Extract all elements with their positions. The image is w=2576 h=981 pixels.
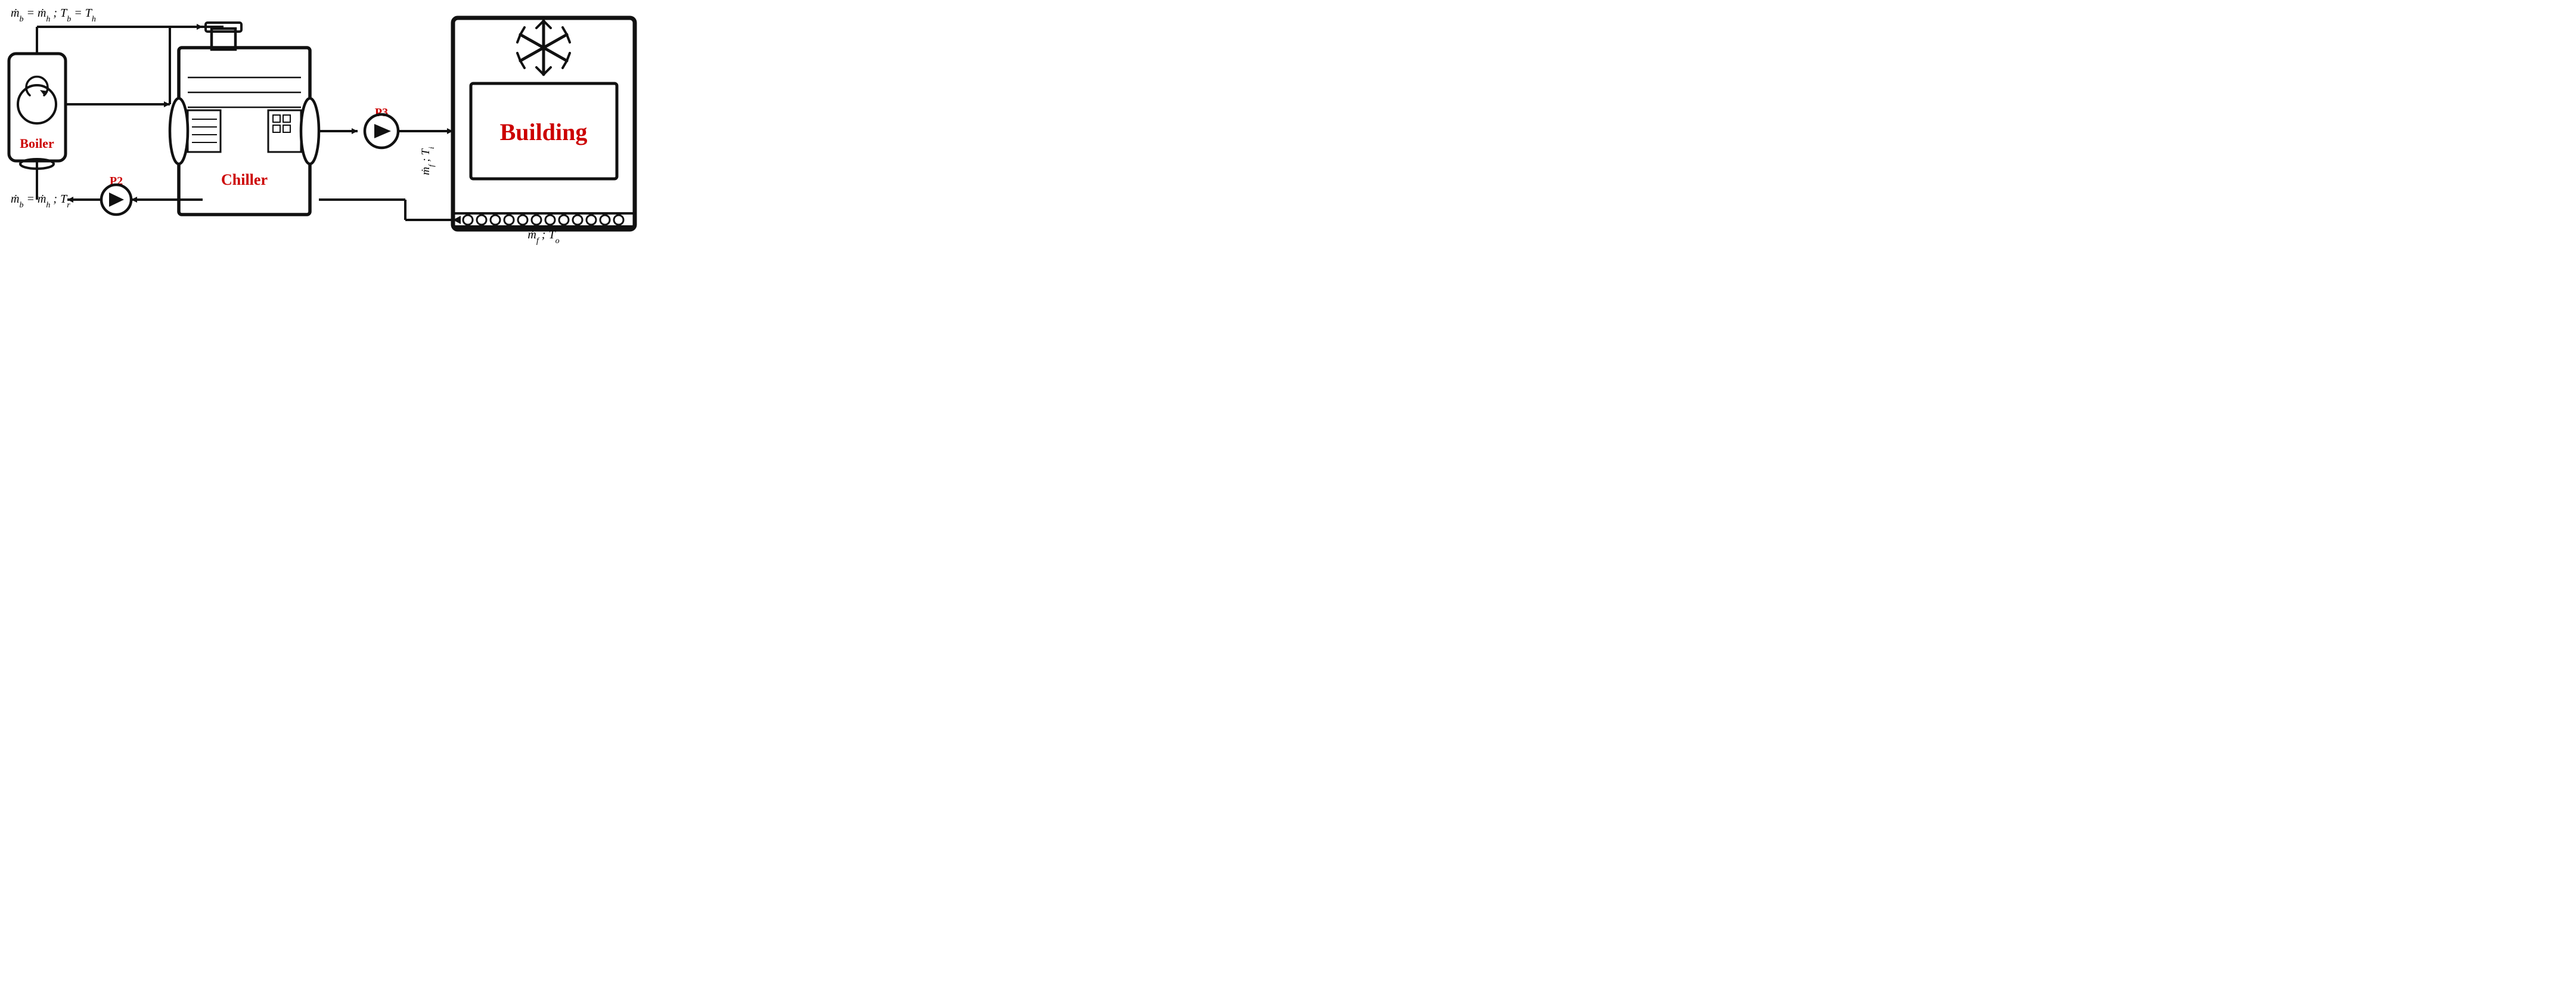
p3-label: P3 [375, 106, 388, 119]
top-equation: ṁb = ṁh ; Tb = Th [11, 7, 96, 24]
mf-to-label: ṁf ; To [527, 228, 559, 245]
building-label: Building [500, 119, 588, 145]
diagram-container: ṁb = ṁh ; Tb = Th Boiler ṁb = ṁh [0, 0, 645, 245]
bottom-equation: ṁb = ṁh ; Tr [11, 193, 70, 210]
boiler-label: Boiler [20, 136, 54, 151]
mf-ti-label: ṁf ; Ti [420, 147, 436, 175]
snowflake-icon [517, 21, 570, 74]
chiller-label: Chiller [221, 171, 268, 188]
